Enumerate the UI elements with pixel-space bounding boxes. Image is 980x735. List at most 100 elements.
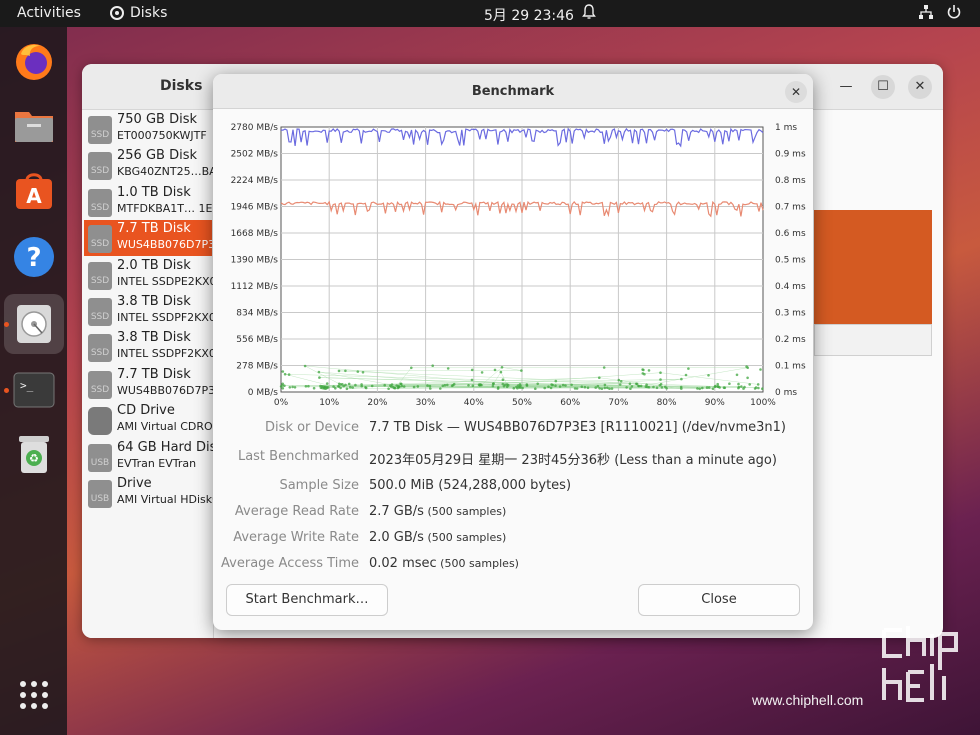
disk-list-item[interactable]: SSD 3.8 TB Disk INTEL SSDPF2KX0 bbox=[84, 329, 213, 365]
trash-icon[interactable]: ♻ bbox=[12, 432, 56, 476]
optical-drive-icon bbox=[88, 407, 112, 436]
access-time-point bbox=[501, 382, 505, 386]
access-time-point bbox=[534, 387, 537, 391]
y-left-tick-label: 0 MB/s bbox=[248, 388, 279, 398]
minimize-button[interactable]: — bbox=[834, 75, 858, 99]
info-row: Average Write Rate 2.0 GB/s (500 samples) bbox=[213, 530, 813, 552]
disks-icon[interactable] bbox=[4, 294, 64, 354]
ssd-icon: SSD bbox=[88, 188, 112, 217]
access-time-point bbox=[354, 383, 357, 387]
access-time-point bbox=[303, 364, 307, 368]
access-time-point bbox=[370, 384, 374, 388]
access-time-point bbox=[383, 383, 386, 387]
access-time-point bbox=[291, 385, 294, 389]
access-time-point bbox=[679, 385, 683, 389]
power-icon[interactable] bbox=[946, 3, 962, 25]
access-time-point bbox=[647, 386, 651, 389]
app-menu[interactable]: Disks bbox=[110, 5, 167, 21]
close-button[interactable]: Close bbox=[638, 584, 800, 616]
disk-list-item[interactable]: USB Drive AMI Virtual HDisk0 bbox=[84, 475, 213, 511]
access-time-point bbox=[586, 386, 590, 390]
maximize-button[interactable]: ☐ bbox=[871, 75, 895, 99]
access-time-point bbox=[364, 386, 368, 390]
disk-list-item[interactable]: CD Drive AMI Virtual CDRO bbox=[84, 402, 213, 438]
disk-model: ET000750KWJTF bbox=[117, 129, 207, 142]
partition-bar[interactable] bbox=[814, 210, 932, 324]
firefox-icon[interactable] bbox=[12, 39, 56, 83]
access-time-point bbox=[757, 386, 760, 390]
access-time-point bbox=[288, 386, 292, 389]
notification-bell-icon[interactable] bbox=[582, 4, 596, 24]
access-time-point bbox=[698, 387, 701, 391]
disk-list-item[interactable]: SSD 7.7 TB Disk WUS4BB076D7P3 bbox=[84, 366, 213, 402]
access-time-point bbox=[746, 376, 749, 380]
info-label: Average Access Time bbox=[221, 556, 359, 571]
disk-list-item[interactable]: SSD 1.0 TB Disk MTFDKBA1T… 1E bbox=[84, 184, 212, 220]
access-time-point bbox=[400, 382, 403, 386]
benchmark-headerbar: Benchmark ✕ bbox=[213, 74, 813, 109]
info-value: 500.0 MiB (524,288,000 bytes) bbox=[369, 478, 571, 493]
access-time-point bbox=[467, 384, 470, 387]
info-value-text: 2.7 GB/s bbox=[369, 504, 424, 519]
access-time-point bbox=[500, 366, 504, 369]
access-time-point bbox=[281, 382, 284, 386]
network-icon[interactable] bbox=[918, 4, 934, 24]
close-window-button[interactable]: ✕ bbox=[908, 75, 932, 99]
close-dialog-icon[interactable]: ✕ bbox=[785, 81, 807, 103]
ssd-icon: SSD bbox=[88, 261, 112, 290]
disk-name: 3.8 TB Disk bbox=[117, 330, 191, 346]
access-time-point bbox=[304, 385, 308, 388]
info-note: (500 samples) bbox=[423, 505, 507, 518]
access-time-point bbox=[748, 383, 751, 386]
access-time-point bbox=[428, 384, 432, 388]
usb-drive-icon: USB bbox=[88, 480, 112, 508]
access-time-point bbox=[554, 384, 557, 388]
access-time-point bbox=[740, 385, 743, 388]
access-time-point bbox=[395, 384, 398, 387]
info-row: Disk or Device 7.7 TB Disk — WUS4BB076D7P… bbox=[213, 420, 813, 442]
benchmark-chart: 2780 MB/s 1 ms 2502 MB/s 0.9 ms 2224 MB/s 0.8… bbox=[231, 123, 806, 408]
files-icon[interactable] bbox=[12, 104, 56, 148]
access-time-point bbox=[558, 385, 562, 388]
help-icon[interactable]: ? bbox=[12, 235, 56, 279]
disk-list-item[interactable]: SSD 256 GB Disk KBG40ZNT25…BA bbox=[84, 147, 214, 183]
y-left-tick-label: 1112 MB/s bbox=[231, 282, 279, 292]
disk-list-item[interactable]: SSD 3.8 TB Disk INTEL SSDPF2KX0 bbox=[84, 293, 213, 329]
access-time-point bbox=[564, 384, 567, 387]
access-time-point bbox=[470, 368, 474, 372]
access-time-point bbox=[625, 386, 628, 389]
access-time-point bbox=[451, 384, 455, 387]
activities-button[interactable]: Activities bbox=[17, 5, 81, 21]
access-time-point bbox=[396, 386, 400, 390]
disk-list-item[interactable]: SSD 2.0 TB Disk INTEL SSDPE2KX0 bbox=[84, 257, 214, 293]
access-time-point bbox=[753, 387, 757, 390]
disk-model: KBG40ZNT25…BA bbox=[117, 165, 214, 179]
access-time-point bbox=[707, 386, 711, 389]
disk-name: 7.7 TB Disk bbox=[117, 221, 191, 237]
access-time-point bbox=[684, 373, 688, 377]
access-time-point bbox=[570, 383, 573, 387]
access-time-point bbox=[603, 383, 607, 387]
access-time-point bbox=[471, 384, 475, 388]
svg-text:?: ? bbox=[26, 243, 41, 273]
access-time-point bbox=[598, 387, 601, 390]
disk-list-item[interactable]: SSD 750 GB Disk ET000750KWJTF bbox=[84, 111, 212, 147]
info-label: Disk or Device bbox=[265, 420, 359, 435]
access-time-point bbox=[759, 368, 762, 371]
terminal-icon[interactable]: >_ bbox=[12, 368, 56, 412]
disk-list-item[interactable]: SSD 7.7 TB Disk WUS4BB076D7P3 bbox=[84, 220, 213, 257]
software-icon[interactable]: A bbox=[12, 169, 56, 213]
disk-name: CD Drive bbox=[117, 403, 175, 419]
dock: A ? >_ ♻ bbox=[0, 27, 67, 735]
y-right-tick-label: 0.1 ms bbox=[775, 362, 806, 372]
clock[interactable]: 5月 29 23:46 bbox=[484, 5, 574, 25]
y-left-tick-label: 2224 MB/s bbox=[231, 176, 279, 186]
disk-name: 7.7 TB Disk bbox=[117, 366, 191, 382]
disk-list-item[interactable]: USB 64 GB Hard Disk EVTran EVTran bbox=[84, 439, 213, 475]
access-time-point bbox=[660, 386, 664, 389]
x-tick-label: 100% bbox=[750, 398, 776, 408]
app-grid-icon[interactable] bbox=[12, 673, 56, 717]
start-benchmark-button[interactable]: Start Benchmark… bbox=[226, 584, 388, 616]
disk-model: INTEL SSDPE2KX0 bbox=[117, 274, 214, 288]
access-time-point bbox=[402, 385, 406, 388]
